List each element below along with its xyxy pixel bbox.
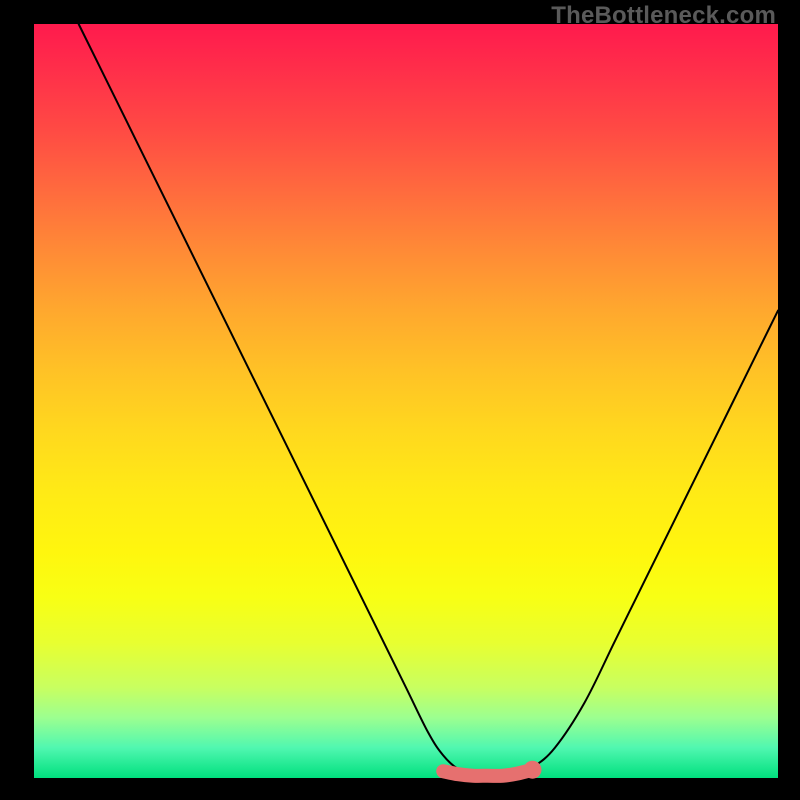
watermark-label: TheBottleneck.com xyxy=(551,2,776,30)
curve-layer xyxy=(0,0,800,800)
chart-frame: TheBottleneck.com xyxy=(0,0,800,800)
bottleneck-curve xyxy=(79,24,778,775)
optimal-range-highlight xyxy=(443,770,532,776)
highlight-end-dot xyxy=(523,761,541,779)
